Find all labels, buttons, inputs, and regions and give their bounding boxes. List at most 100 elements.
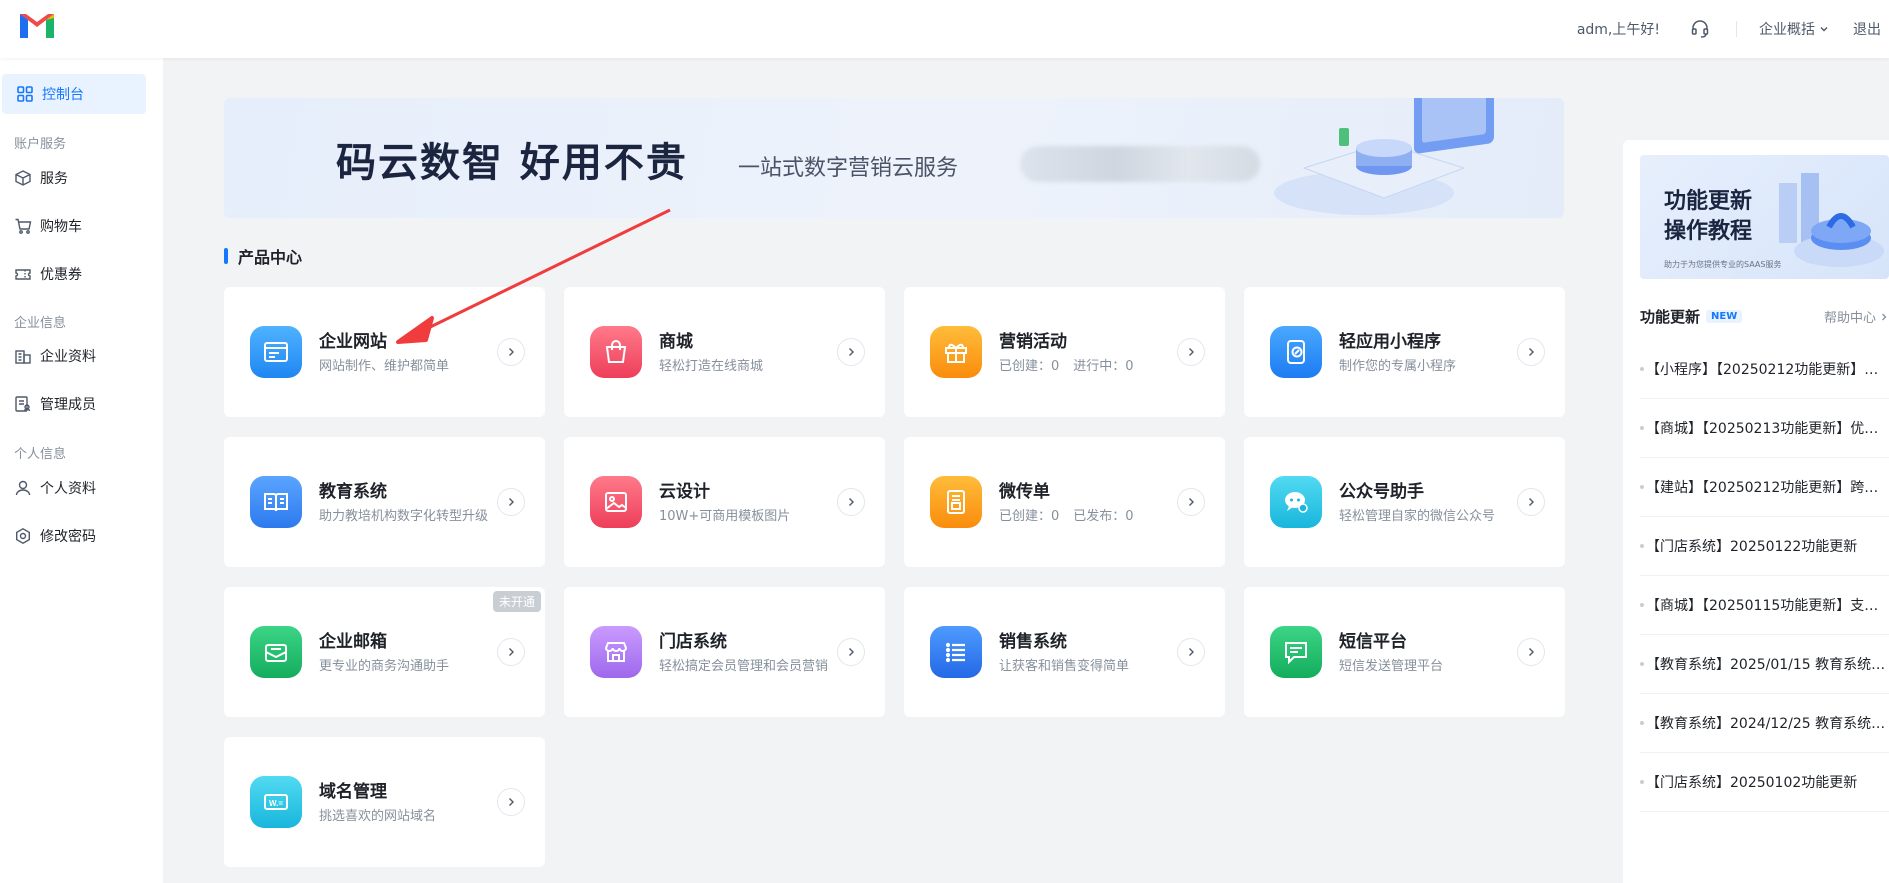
tutorial-banner-title2: 操作教程 bbox=[1664, 219, 1753, 244]
header-divider bbox=[1736, 21, 1737, 37]
sidebar-item-label: 企业资料 bbox=[40, 349, 96, 365]
product-card-mall[interactable]: 商城 轻松打造在线商城 bbox=[564, 287, 885, 417]
product-card-education[interactable]: 教育系统 助力教培机构数字化转型升级 bbox=[224, 437, 545, 567]
product-name: 域名管理 bbox=[319, 782, 387, 802]
product-name: 短信平台 bbox=[1339, 632, 1407, 652]
logout-link[interactable]: 退出 bbox=[1853, 19, 1881, 39]
sidebar-item-label: 个人资料 bbox=[40, 481, 96, 497]
product-card-marketing[interactable]: 营销活动 已创建：0 进行中：0 bbox=[904, 287, 1225, 417]
list-item[interactable]: 【商城】【20250115功能更新】支付功能优化 bbox=[1640, 576, 1889, 635]
product-card-mail[interactable]: 未开通 企业邮箱 更专业的商务沟通助手 bbox=[224, 587, 545, 717]
product-card-store[interactable]: 门店系统 轻松搞定会员管理和会员营销 bbox=[564, 587, 885, 717]
headset-icon[interactable] bbox=[1690, 19, 1710, 39]
product-card-wechat-assistant[interactable]: 公众号助手 轻松管理自家的微信公众号 bbox=[1244, 437, 1565, 567]
tutorial-banner[interactable]: 功能更新 操作教程 助力于为您提供专业的SAAS服务 bbox=[1640, 155, 1889, 279]
gift-icon bbox=[930, 326, 982, 378]
banner-illustration bbox=[1274, 98, 1494, 215]
product-card-website[interactable]: 企业网站 网站制作、维护都简单 bbox=[224, 287, 545, 417]
updates-list: 【小程序】【20250212功能更新】小程序新增功能 【商城】【20250213… bbox=[1640, 340, 1889, 812]
banner-title: 码云数智 好用不贵 bbox=[336, 140, 688, 186]
chevron-right-icon[interactable] bbox=[837, 338, 865, 366]
list-item[interactable]: 【建站】【20250212功能更新】跨端适配优化 bbox=[1640, 458, 1889, 517]
sidebar-item-cart[interactable]: 购物车 bbox=[14, 216, 82, 236]
status-badge: 未开通 bbox=[492, 591, 541, 612]
product-desc: 轻松打造在线商城 bbox=[659, 359, 764, 374]
shop-bag-icon bbox=[590, 326, 642, 378]
members-icon bbox=[15, 396, 31, 412]
sidebar-item-label: 购物车 bbox=[40, 219, 82, 235]
company-menu[interactable]: 企业概括 bbox=[1759, 19, 1829, 39]
update-title: 【门店系统】20250122功能更新 bbox=[1646, 539, 1858, 555]
chevron-right-icon[interactable] bbox=[497, 638, 525, 666]
bullet bbox=[1640, 721, 1644, 725]
help-center-label: 帮助中心 bbox=[1823, 311, 1876, 326]
chevron-right-icon[interactable] bbox=[497, 338, 525, 366]
chevron-right-icon[interactable] bbox=[837, 488, 865, 516]
update-title: 【教育系统】2025/01/15 教育系统更新说明 bbox=[1646, 657, 1889, 673]
sidebar-item-company-profile[interactable]: 企业资料 bbox=[14, 346, 96, 366]
chevron-right-icon bbox=[1882, 313, 1887, 320]
product-desc: 挑选喜欢的网站域名 bbox=[319, 809, 437, 824]
product-desc: 已创建：0 已发布：0 bbox=[999, 505, 1148, 524]
image-icon bbox=[590, 476, 642, 528]
list-item[interactable]: 【门店系统】20250102功能更新 bbox=[1640, 753, 1889, 812]
new-badge: NEW bbox=[1706, 310, 1743, 323]
chevron-right-icon[interactable] bbox=[1517, 338, 1545, 366]
product-desc: 让获客和销售变得简单 bbox=[999, 659, 1130, 674]
product-name: 云设计 bbox=[659, 482, 710, 502]
sidebar-item-coupon[interactable]: 优惠券 bbox=[14, 264, 82, 284]
product-desc: 网站制作、维护都简单 bbox=[319, 359, 450, 374]
chevron-right-icon[interactable] bbox=[1517, 638, 1545, 666]
product-card-cloud-design[interactable]: 云设计 10W+可商用模板图片 bbox=[564, 437, 885, 567]
promo-banner[interactable]: 码云数智 好用不贵 一站式数字营销云服务 bbox=[224, 98, 1564, 218]
chevron-right-icon[interactable] bbox=[1177, 488, 1205, 516]
store-icon bbox=[590, 626, 642, 678]
sidebar-item-service[interactable]: 服务 bbox=[14, 168, 68, 188]
sidebar-item-personal-profile[interactable]: 个人资料 bbox=[14, 478, 96, 498]
update-title: 【建站】【20250212功能更新】跨端适配优化 bbox=[1646, 480, 1889, 496]
sms-icon bbox=[1270, 626, 1322, 678]
chevron-right-icon[interactable] bbox=[497, 488, 525, 516]
help-center-link[interactable]: 帮助中心 bbox=[1824, 307, 1889, 326]
list-item[interactable]: 【商城】【20250213功能更新】优化商品管理 bbox=[1640, 399, 1889, 458]
list-item[interactable]: 【小程序】【20250212功能更新】小程序新增功能 bbox=[1640, 340, 1889, 399]
company-menu-label: 企业概括 bbox=[1759, 22, 1815, 38]
product-desc: 助力教培机构数字化转型升级 bbox=[319, 509, 489, 524]
list-item[interactable]: 【教育系统】2025/01/15 教育系统更新说明 bbox=[1640, 635, 1889, 694]
product-desc: 更专业的商务沟通助手 bbox=[319, 659, 450, 674]
product-card-flyer[interactable]: 微传单 已创建：0 已发布：0 bbox=[904, 437, 1225, 567]
product-desc: 已创建：0 进行中：0 bbox=[999, 355, 1148, 374]
product-name: 企业邮箱 bbox=[319, 632, 387, 652]
sidebar-item-members[interactable]: 管理成员 bbox=[14, 394, 96, 414]
chevron-right-icon[interactable] bbox=[497, 788, 525, 816]
sidebar-item-change-password[interactable]: 修改密码 bbox=[14, 526, 96, 546]
sidebar-group-account: 账户服务 bbox=[14, 137, 67, 152]
product-name: 销售系统 bbox=[999, 632, 1067, 652]
product-card-sms[interactable]: 短信平台 短信发送管理平台 bbox=[1244, 587, 1565, 717]
chevron-right-icon[interactable] bbox=[837, 638, 865, 666]
chevron-right-icon[interactable] bbox=[1177, 338, 1205, 366]
product-desc: 短信发送管理平台 bbox=[1339, 659, 1444, 674]
product-desc: 轻松管理自家的微信公众号 bbox=[1339, 509, 1496, 524]
product-card-sales[interactable]: 销售系统 让获客和销售变得简单 bbox=[904, 587, 1225, 717]
chevron-right-icon[interactable] bbox=[1517, 488, 1545, 516]
list-item[interactable]: 【门店系统】20250122功能更新 bbox=[1640, 517, 1889, 576]
created-count: 已创建：0 bbox=[999, 509, 1060, 524]
running-count: 进行中：0 bbox=[1073, 359, 1134, 374]
website-icon bbox=[250, 326, 302, 378]
product-name: 企业网站 bbox=[319, 332, 387, 352]
brand-logo[interactable] bbox=[18, 10, 56, 40]
sidebar: 控制台 账户服务 服务 购物车 优惠券 企业信息 企业资料 管理成员 个人信息 … bbox=[0, 58, 163, 883]
product-card-domain[interactable]: W.= 域名管理 挑选喜欢的网站域名 bbox=[224, 737, 545, 867]
product-name: 教育系统 bbox=[319, 482, 387, 502]
sidebar-item-dashboard[interactable]: 控制台 bbox=[2, 74, 146, 114]
top-bar: adm,上午好! 企业概括 退出 bbox=[0, 0, 1889, 58]
product-name: 轻应用小程序 bbox=[1339, 332, 1441, 352]
chevron-right-icon[interactable] bbox=[1177, 638, 1205, 666]
sidebar-item-label: 管理成员 bbox=[40, 397, 96, 413]
bullet bbox=[1640, 780, 1644, 784]
list-item[interactable]: 【教育系统】2024/12/25 教育系统更新说明 bbox=[1640, 694, 1889, 753]
product-card-mini-program[interactable]: 轻应用小程序 制作您的专属小程序 bbox=[1244, 287, 1565, 417]
product-name: 营销活动 bbox=[999, 332, 1067, 352]
published-count: 已发布：0 bbox=[1073, 509, 1134, 524]
